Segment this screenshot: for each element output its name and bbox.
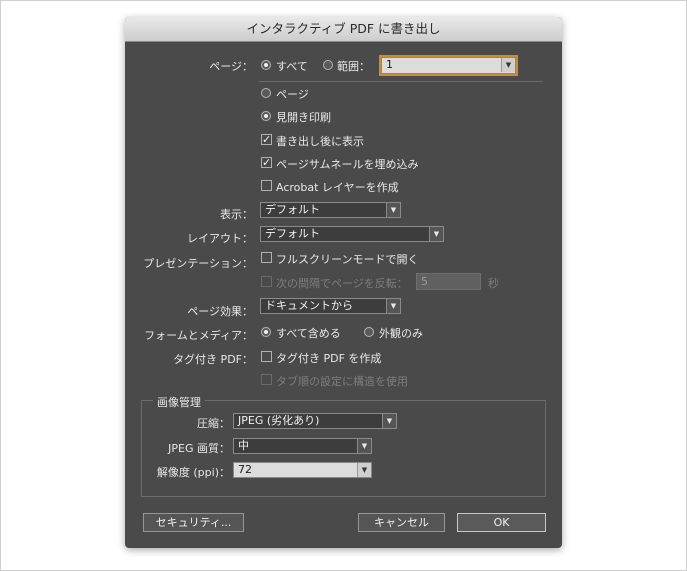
pages-label: ページ： (209, 60, 253, 73)
layout-label: レイアウト： (187, 232, 253, 245)
forms-media-label: フォームとメディア： (144, 329, 253, 342)
flip-pages-checkbox[interactable] (261, 276, 272, 287)
acrobat-layers-checkbox[interactable] (261, 180, 272, 191)
display-select[interactable]: デフォルト ▼ (260, 202, 401, 218)
dialog-title: インタラクティブ PDF に書き出し (125, 17, 562, 42)
acrobat-layers-label[interactable]: Acrobat レイヤーを作成 (276, 179, 399, 195)
appearance-only-label[interactable]: 外観のみ (379, 325, 423, 341)
pages-range-select[interactable]: 1 ▼ (381, 57, 516, 74)
spreads-label[interactable]: 見開き印刷 (276, 109, 331, 125)
ok-button[interactable]: OK (457, 513, 546, 532)
layout-value[interactable]: デフォルト (265, 227, 320, 240)
include-all-radio[interactable] (261, 327, 271, 337)
embed-thumbnails-label[interactable]: ページサムネールを埋め込み (276, 156, 419, 172)
compression-value[interactable]: JPEG (劣化あり) (238, 414, 319, 427)
embed-thumbnails-checkbox[interactable]: ✓ (261, 157, 272, 168)
page-transitions-value[interactable]: ドキュメントから (265, 299, 353, 312)
quality-select[interactable]: 中 ▼ (233, 438, 372, 454)
pages-range-label[interactable]: 範囲： (337, 58, 370, 74)
layout-select[interactable]: デフォルト ▼ (260, 226, 444, 242)
cancel-button[interactable]: キャンセル (358, 513, 445, 532)
display-value[interactable]: デフォルト (265, 203, 320, 216)
appearance-only-radio[interactable] (364, 327, 374, 337)
chevron-down-icon[interactable]: ▼ (357, 463, 371, 477)
pages-all-label[interactable]: すべて (276, 58, 308, 74)
flip-pages-label: 次の間隔でページを反転： (276, 277, 408, 290)
view-after-export-label[interactable]: 書き出し後に表示 (276, 133, 364, 149)
flip-interval-value[interactable]: 5 (421, 275, 428, 288)
flip-interval-field[interactable]: 5 (416, 273, 481, 290)
image-management-legend: 画像管理 (153, 394, 205, 410)
chevron-down-icon[interactable]: ▼ (429, 227, 443, 241)
tab-order-checkbox[interactable] (261, 374, 272, 385)
quality-label: JPEG 画質： (168, 442, 230, 455)
chevron-down-icon[interactable]: ▼ (501, 58, 515, 72)
pages-all-radio[interactable] (261, 60, 271, 70)
resolution-value[interactable]: 72 (238, 463, 252, 476)
presentation-label: プレゼンテーション： (143, 257, 253, 270)
flip-unit-label: 秒 (488, 277, 499, 290)
chevron-down-icon[interactable]: ▼ (386, 299, 400, 313)
pages-range-value[interactable]: 1 (386, 58, 393, 71)
resolution-select[interactable]: 72 ▼ (233, 462, 372, 478)
chevron-down-icon[interactable]: ▼ (382, 414, 396, 428)
chevron-down-icon[interactable]: ▼ (357, 439, 371, 453)
export-interactive-pdf-dialog: インタラクティブ PDF に書き出し ページ： すべて 範囲： 1 ▼ ページ … (125, 17, 562, 548)
spreads-radio[interactable] (261, 111, 271, 121)
resolution-label: 解像度 (ppi)： (156, 466, 230, 479)
compression-label: 圧縮： (197, 417, 230, 430)
view-after-export-checkbox[interactable]: ✓ (261, 134, 272, 145)
create-tagged-pdf-checkbox[interactable] (261, 351, 272, 362)
tagged-pdf-label: タグ付き PDF： (173, 353, 253, 366)
security-button[interactable]: セキュリティ... (143, 513, 244, 532)
compression-select[interactable]: JPEG (劣化あり) ▼ (233, 413, 397, 429)
spread-pages-radio[interactable] (261, 88, 271, 98)
quality-value[interactable]: 中 (238, 439, 249, 452)
fullscreen-checkbox[interactable] (261, 252, 272, 263)
include-all-label[interactable]: すべて含める (276, 325, 341, 341)
chevron-down-icon[interactable]: ▼ (386, 203, 400, 217)
spread-pages-label[interactable]: ページ (276, 86, 309, 102)
fullscreen-label[interactable]: フルスクリーンモードで開く (276, 251, 418, 267)
page-transitions-select[interactable]: ドキュメントから ▼ (260, 298, 401, 314)
display-label: 表示： (220, 208, 253, 221)
separator (259, 81, 543, 82)
pages-range-radio[interactable] (323, 60, 333, 70)
page-transitions-label: ページ効果： (187, 305, 253, 318)
create-tagged-pdf-label[interactable]: タグ付き PDF を作成 (276, 350, 381, 366)
tab-order-label: タブ順の設定に構造を使用 (276, 375, 408, 388)
